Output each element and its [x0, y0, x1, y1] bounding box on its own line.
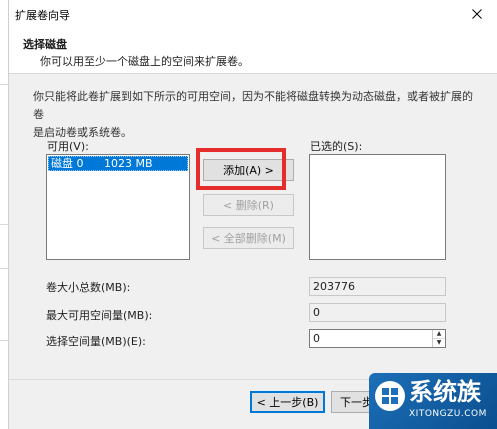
available-label: 可用(V): — [47, 140, 89, 153]
spin-buttons[interactable]: ▲ ▼ — [432, 330, 445, 347]
background-divider — [0, 340, 9, 341]
select-space-label: 选择空间量(MB)(E): — [46, 335, 146, 348]
total-size-label: 卷大小总数(MB): — [46, 281, 131, 294]
highlight-box — [196, 148, 286, 190]
extend-volume-wizard-dialog: 扩展卷向导 选择磁盘 你可以用至少一个磁盘上的空间来扩展卷。 你只能将此卷扩展到… — [9, 0, 497, 429]
selected-label: 已选的(S): — [310, 140, 363, 153]
disk-name: 磁盘 0 — [51, 157, 84, 170]
back-button[interactable]: < 上一步(B) — [250, 391, 325, 413]
max-space-value: 0 — [309, 303, 446, 322]
spin-down-icon[interactable]: ▼ — [433, 339, 445, 348]
available-disks-list[interactable]: 磁盘 0 1023 MB — [46, 154, 190, 260]
background-divider — [0, 224, 9, 225]
background-divider — [0, 84, 9, 85]
list-item[interactable]: 磁盘 0 1023 MB — [48, 156, 188, 171]
wizard-header: 选择磁盘 你可以用至少一个磁盘上的空间来扩展卷。 — [9, 28, 497, 74]
select-space-stepper[interactable]: 0 ▲ ▼ — [309, 329, 446, 348]
title-bar: 扩展卷向导 — [9, 0, 497, 28]
background-divider — [0, 268, 9, 269]
disk-size: 1023 MB — [104, 157, 153, 170]
close-icon — [472, 9, 482, 19]
watermark-url: XITONGZU.COM — [409, 409, 487, 419]
selected-disks-list[interactable] — [309, 154, 446, 260]
window-title: 扩展卷向导 — [15, 9, 70, 22]
total-size-value: 203776 — [309, 277, 446, 296]
remove-button[interactable]: < 删除(R) — [203, 194, 294, 216]
max-space-label: 最大可用空间量(MB): — [46, 309, 153, 322]
close-button[interactable] — [457, 0, 497, 28]
background-app-strip — [0, 0, 9, 429]
description: 你只能将此卷扩展到如下所示的可用空间，因为不能将磁盘转换为动态磁盘，或者被扩展的… — [33, 88, 473, 142]
watermark: 系统族 XITONGZU.COM — [369, 373, 497, 429]
watermark-brand: 系统族 — [409, 378, 481, 406]
remove-all-button[interactable]: < 全部删除(M) — [203, 227, 294, 249]
page-title: 选择磁盘 — [23, 38, 67, 51]
page-subtitle: 你可以用至少一个磁盘上的空间来扩展卷。 — [40, 55, 249, 68]
description-line: 是启动卷或系统卷。 — [33, 126, 132, 139]
select-space-value: 0 — [313, 332, 320, 345]
description-line: 你只能将此卷扩展到如下所示的可用空间，因为不能将磁盘转换为动态磁盘，或者被扩展的… — [33, 90, 473, 121]
windows-logo-icon — [375, 381, 405, 411]
windows-logo-shape — [382, 388, 398, 404]
